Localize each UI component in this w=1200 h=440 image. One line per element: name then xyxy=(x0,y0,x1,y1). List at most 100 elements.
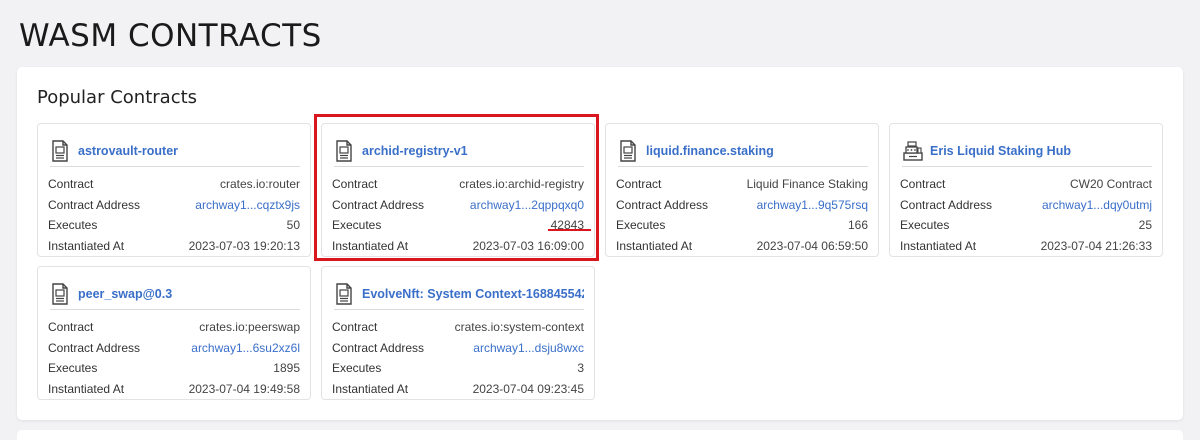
instantiated-at-label: Instantiated At xyxy=(332,381,409,396)
contract-address-link[interactable]: archway1...6su2xz6l xyxy=(191,341,300,355)
contract-row: Contract crates.io:peerswap xyxy=(48,317,300,338)
contract-value: crates.io:peerswap xyxy=(199,320,300,335)
contract-row: Contract crates.io:system-context xyxy=(332,317,584,338)
contract-address-row: Contract Address archway1...cqztx9js xyxy=(48,195,300,216)
contract-name-link[interactable]: EvolveNft: System Context-1688455427 xyxy=(362,287,584,301)
contract-value: Liquid Finance Staking xyxy=(746,177,868,192)
contract-value: crates.io:system-context xyxy=(454,320,584,335)
instantiated-at-value: 2023-07-04 06:59:50 xyxy=(756,238,868,253)
contract-row: Contract crates.io:archid-registry xyxy=(332,174,584,195)
card-details: Contract CW20 Contract Contract Address … xyxy=(900,174,1152,256)
card-details: Contract crates.io:peerswap Contract Add… xyxy=(48,317,300,399)
contract-card-6: EvolveNft: System Context-1688455427 Con… xyxy=(321,266,595,400)
card-header: Eris Liquid Staking Hub xyxy=(902,135,1152,167)
card-header: peer_swap@0.3 xyxy=(50,278,300,310)
contract-address-label: Contract Address xyxy=(332,340,425,355)
executes-row: Executes 50 xyxy=(48,215,300,236)
executes-label: Executes xyxy=(332,361,382,376)
instantiated-at-label: Instantiated At xyxy=(332,238,409,253)
next-panel-edge xyxy=(17,430,1183,440)
instantiated-at-row: Instantiated At 2023-07-04 06:59:50 xyxy=(616,236,868,257)
document-icon xyxy=(50,139,70,162)
card-details: Contract crates.io:system-context Contra… xyxy=(332,317,584,399)
contract-address-row: Contract Address archway1...9q575rsq xyxy=(616,195,868,216)
contract-label: Contract xyxy=(48,177,94,192)
executes-value: 3 xyxy=(577,361,584,376)
executes-label: Executes xyxy=(48,361,98,376)
contract-name-link[interactable]: peer_swap@0.3 xyxy=(78,287,172,301)
contract-address-label: Contract Address xyxy=(48,197,141,212)
contract-row: Contract Liquid Finance Staking xyxy=(616,174,868,195)
contract-card-3: liquid.finance.staking Contract Liquid F… xyxy=(605,123,879,257)
instantiated-at-row: Instantiated At 2023-07-03 19:20:13 xyxy=(48,236,300,257)
contract-label: Contract xyxy=(616,177,662,192)
contract-address-row: Contract Address archway1...2qppqxq0 xyxy=(332,195,584,216)
contract-card-4: Eris Liquid Staking Hub Contract CW20 Co… xyxy=(889,123,1163,257)
executes-label: Executes xyxy=(332,218,382,233)
contract-address-row: Contract Address archway1...6su2xz6l xyxy=(48,338,300,359)
instantiated-at-label: Instantiated At xyxy=(48,381,125,396)
contract-name-link[interactable]: astrovault-router xyxy=(78,144,178,158)
executes-label: Executes xyxy=(616,218,666,233)
contract-address-label: Contract Address xyxy=(48,340,141,355)
instantiated-at-row: Instantiated At 2023-07-04 19:49:58 xyxy=(48,379,300,400)
contract-address-row: Contract Address archway1...dsju8wxc xyxy=(332,338,584,359)
instantiated-at-label: Instantiated At xyxy=(616,238,693,253)
contract-row: Contract crates.io:router xyxy=(48,174,300,195)
card-details: Contract crates.io:router Contract Addre… xyxy=(48,174,300,256)
instantiated-at-value: 2023-07-04 09:23:45 xyxy=(472,381,584,396)
instantiated-at-row: Instantiated At 2023-07-03 16:09:00 xyxy=(332,236,584,257)
instantiated-at-row: Instantiated At 2023-07-04 21:26:33 xyxy=(900,236,1152,257)
contract-label: Contract xyxy=(900,177,946,192)
contract-address-link[interactable]: archway1...dsju8wxc xyxy=(473,341,584,355)
executes-value: 1895 xyxy=(273,361,300,376)
executes-row: Executes 3 xyxy=(332,358,584,379)
executes-value: 25 xyxy=(1138,218,1152,233)
executes-value: 42843 xyxy=(550,218,584,233)
executes-row: Executes 1895 xyxy=(48,358,300,379)
contract-address-link[interactable]: archway1...2qppqxq0 xyxy=(470,198,584,212)
executes-label: Executes xyxy=(48,218,98,233)
executes-value: 166 xyxy=(847,218,868,233)
document-icon xyxy=(618,139,638,162)
executes-row: Executes 42843 xyxy=(332,215,584,236)
section-title: Popular Contracts xyxy=(37,87,198,108)
contract-address-link[interactable]: archway1...cqztx9js xyxy=(195,198,300,212)
card-header: astrovault-router xyxy=(50,135,300,167)
card-header: archid-registry-v1 xyxy=(334,135,584,167)
card-header: liquid.finance.staking xyxy=(618,135,868,167)
executes-label: Executes xyxy=(900,218,950,233)
contract-row: Contract CW20 Contract xyxy=(900,174,1152,195)
contract-address-link[interactable]: archway1...dqy0utmj xyxy=(1042,198,1152,212)
contract-label: Contract xyxy=(332,177,378,192)
document-icon xyxy=(50,282,70,305)
contract-value: crates.io:archid-registry xyxy=(459,177,584,192)
contract-value: CW20 Contract xyxy=(1069,177,1152,192)
page-title: WASM CONTRACTS xyxy=(19,18,322,54)
instantiated-at-value: 2023-07-03 19:20:13 xyxy=(188,238,300,253)
contract-address-link[interactable]: archway1...9q575rsq xyxy=(757,198,868,212)
contract-value: crates.io:router xyxy=(219,177,300,192)
contract-address-label: Contract Address xyxy=(900,197,993,212)
instantiated-at-value: 2023-07-04 19:49:58 xyxy=(188,381,300,396)
executes-value: 50 xyxy=(286,218,300,233)
contract-name-link[interactable]: archid-registry-v1 xyxy=(362,144,468,158)
contract-address-row: Contract Address archway1...dqy0utmj xyxy=(900,195,1152,216)
document-icon xyxy=(334,139,354,162)
executes-row: Executes 166 xyxy=(616,215,868,236)
contract-card-1: astrovault-router Contract crates.io:rou… xyxy=(37,123,311,257)
contract-address-label: Contract Address xyxy=(332,197,425,212)
instantiated-at-label: Instantiated At xyxy=(48,238,125,253)
contract-label: Contract xyxy=(48,320,94,335)
document-icon xyxy=(334,282,354,305)
contract-name-link[interactable]: Eris Liquid Staking Hub xyxy=(930,144,1071,158)
contract-address-label: Contract Address xyxy=(616,197,709,212)
instantiated-at-value: 2023-07-03 16:09:00 xyxy=(472,238,584,253)
cash-register-icon xyxy=(902,140,923,162)
card-details: Contract crates.io:archid-registry Contr… xyxy=(332,174,584,256)
contract-card-5: peer_swap@0.3 Contract crates.io:peerswa… xyxy=(37,266,311,400)
instantiated-at-label: Instantiated At xyxy=(900,238,977,253)
contract-label: Contract xyxy=(332,320,378,335)
contract-card-2: archid-registry-v1 Contract crates.io:ar… xyxy=(321,123,595,257)
contract-name-link[interactable]: liquid.finance.staking xyxy=(646,144,774,158)
